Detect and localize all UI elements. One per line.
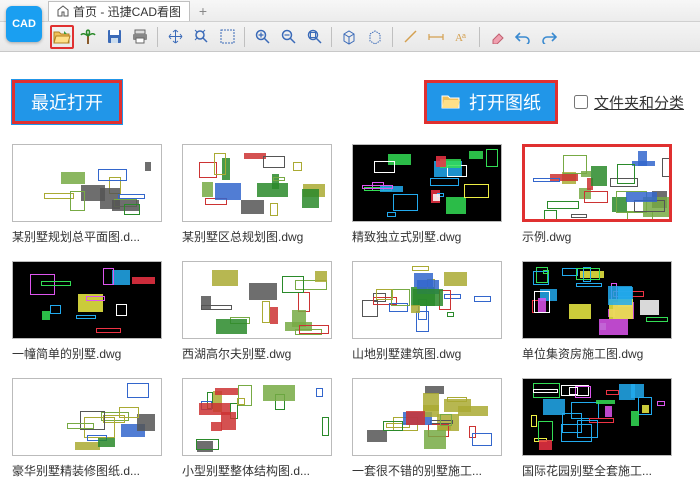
zoom-fit-icon [307,29,322,44]
file-card[interactable]: 精致独立式别墅.dwg [352,144,502,245]
folder-category-label: 文件夹和分类 [594,92,684,113]
separator [331,27,332,47]
file-grid: 某别墅规划总平面图.d... 某别墅区总规划图.dwg 精致独立式别墅.dwg … [12,144,700,479]
zoom-out-button[interactable] [276,25,300,49]
file-card[interactable]: 小型别墅整体结构图.d... [182,378,332,479]
home-icon [57,5,69,17]
file-thumbnail[interactable] [12,144,162,222]
file-thumbnail[interactable] [352,144,502,222]
open-drawing-button[interactable]: 打开图纸 [424,80,558,124]
open-drawing-label: 打开图纸 [469,89,541,115]
file-card[interactable]: 某别墅规划总平面图.d... [12,144,162,245]
box3d-button[interactable] [337,25,361,49]
redo-button[interactable] [537,25,561,49]
print-icon [132,29,148,44]
file-thumbnail[interactable] [182,378,332,456]
file-thumbnail[interactable] [522,144,672,222]
measure-icon [428,30,444,44]
separator [244,27,245,47]
folder-icon [441,94,461,110]
file-name: 某别墅区总规划图.dwg [182,228,332,245]
line-button[interactable] [398,25,422,49]
file-card[interactable]: 国际花园别墅全套施工... [522,378,672,479]
file-thumbnail[interactable] [352,261,502,339]
content-area: 最近打开 打开图纸 文件夹和分类 某别墅规划总平面图.d... 某别墅区总规划图… [0,52,700,500]
separator [479,27,480,47]
file-card[interactable]: 山地别墅建筑图.dwg [352,261,502,362]
undo-icon [515,30,531,44]
file-thumbnail[interactable] [352,378,502,456]
file-card[interactable]: 示例.dwg [522,144,672,245]
separator [392,27,393,47]
zoom-fit-button[interactable] [302,25,326,49]
toolbar: Aa [0,22,700,52]
palm-button[interactable] [76,25,100,49]
app-logo: CAD [6,6,42,42]
file-card[interactable]: 一套很不错的别墅施工... [352,378,502,479]
file-thumbnail[interactable] [12,378,162,456]
folder-open-icon [53,29,71,45]
zoom-window-icon [220,29,235,44]
box3d-wire-icon [367,29,383,45]
file-name: 单位集资房施工图.dwg [522,345,672,362]
move-button[interactable] [163,25,187,49]
open-file-button[interactable] [50,25,74,49]
file-name: 一幢简单的别墅.dwg [12,345,162,362]
tab-add[interactable]: + [194,2,212,20]
zoom-window-button[interactable] [215,25,239,49]
file-card[interactable]: 一幢简单的别墅.dwg [12,261,162,362]
zoom-in-button[interactable] [250,25,274,49]
eraser-icon [490,30,505,44]
svg-text:a: a [462,33,466,40]
file-card[interactable]: 豪华别墅精装修图纸.d... [12,378,162,479]
text-icon: Aa [455,30,470,44]
measure-button[interactable] [424,25,448,49]
palm-icon [80,29,96,45]
save-icon [107,29,122,44]
redo-icon [541,30,557,44]
tab-home-label: 首页 - 迅捷CAD看图 [73,3,181,20]
text-button[interactable]: Aa [450,25,474,49]
zoom-in-icon [255,29,270,44]
titlebar: 首页 - 迅捷CAD看图 + [0,0,700,22]
line-icon [403,29,418,44]
file-name: 山地别墅建筑图.dwg [352,345,502,362]
file-name: 某别墅规划总平面图.d... [12,228,162,245]
file-name: 豪华别墅精装修图纸.d... [12,462,162,479]
zoom-out-icon [281,29,296,44]
box3d-icon [341,29,357,45]
file-name: 示例.dwg [522,228,672,245]
file-thumbnail[interactable] [12,261,162,339]
folder-category-input[interactable] [574,95,588,109]
file-name: 一套很不错的别墅施工... [352,462,502,479]
file-name: 小型别墅整体结构图.d... [182,462,332,479]
folder-category-checkbox[interactable]: 文件夹和分类 [574,92,684,113]
recent-label: 最近打开 [12,80,122,124]
zoom-extents-button[interactable] [189,25,213,49]
file-card[interactable]: 某别墅区总规划图.dwg [182,144,332,245]
file-thumbnail[interactable] [522,378,672,456]
file-name: 精致独立式别墅.dwg [352,228,502,245]
box3d-wire-button[interactable] [363,25,387,49]
save-button[interactable] [102,25,126,49]
file-name: 国际花园别墅全套施工... [522,462,672,479]
file-card[interactable]: 单位集资房施工图.dwg [522,261,672,362]
separator [157,27,158,47]
move-icon [168,29,183,44]
file-thumbnail[interactable] [522,261,672,339]
file-name: 西湖高尔夫别墅.dwg [182,345,332,362]
header-row: 最近打开 打开图纸 文件夹和分类 [12,80,700,124]
print-button[interactable] [128,25,152,49]
file-thumbnail[interactable] [182,144,332,222]
zoom-extents-icon [194,29,209,44]
file-thumbnail[interactable] [182,261,332,339]
tab-home[interactable]: 首页 - 迅捷CAD看图 [48,1,190,21]
file-card[interactable]: 西湖高尔夫别墅.dwg [182,261,332,362]
erase-button[interactable] [485,25,509,49]
undo-button[interactable] [511,25,535,49]
